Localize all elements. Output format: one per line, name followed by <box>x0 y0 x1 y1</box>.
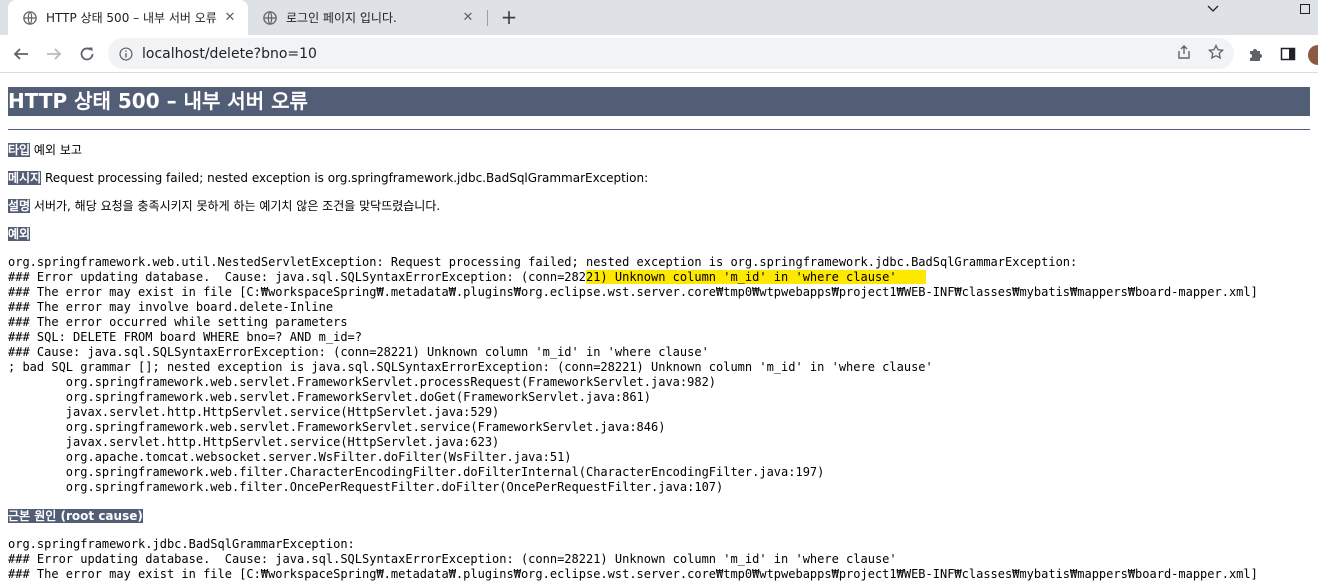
message-value: Request processing failed; nested except… <box>44 171 649 185</box>
url-text: localhost/delete?bno=10 <box>142 45 317 62</box>
forward-arrow-icon[interactable] <box>42 42 66 66</box>
exception-stack-trace: org.springframework.web.util.NestedServl… <box>8 255 1310 495</box>
tab-login-page[interactable]: 로그인 페이지 입니다. ✕ <box>248 0 486 35</box>
tab-error-page[interactable]: HTTP 상태 500 – 내부 서버 오류 ✕ <box>8 0 248 35</box>
root-cause-label: 근본 원인 (root cause) <box>8 509 143 523</box>
reload-icon[interactable] <box>75 42 99 66</box>
globe-icon <box>262 10 278 26</box>
share-icon[interactable] <box>1174 42 1194 62</box>
type-value: 예외 보고 <box>33 143 82 157</box>
close-tab-icon[interactable]: ✕ <box>460 10 476 26</box>
description-label: 설명 <box>8 199 31 213</box>
address-bar[interactable]: localhost/delete?bno=10 <box>108 38 1234 69</box>
side-panel-icon[interactable] <box>1278 44 1298 64</box>
message-label: 메시지 <box>8 171 42 185</box>
tab-separator <box>487 10 488 26</box>
bookmark-star-icon[interactable] <box>1206 42 1226 62</box>
page-content: HTTP 상태 500 – 내부 서버 오류 타입 예외 보고 메시지 Requ… <box>0 73 1318 586</box>
profile-avatar[interactable] <box>1308 45 1318 65</box>
extensions-puzzle-icon[interactable] <box>1246 44 1266 64</box>
divider <box>8 129 1310 130</box>
tab-search-icon[interactable] <box>1198 0 1228 18</box>
description-row: 설명 서버가, 해당 요청을 충족시키지 못하게 하는 예기치 않은 조건을 맞… <box>8 199 1310 213</box>
tab-strip: HTTP 상태 500 – 내부 서버 오류 ✕ 로그인 페이지 입니다. ✕ … <box>0 0 1318 35</box>
tab-title: HTTP 상태 500 – 내부 서버 오류 <box>46 11 217 25</box>
close-tab-icon[interactable]: ✕ <box>222 10 238 26</box>
globe-icon <box>22 10 38 26</box>
browser-toolbar: localhost/delete?bno=10 <box>0 35 1318 73</box>
type-row: 타입 예외 보고 <box>8 143 1310 157</box>
new-tab-button[interactable]: + <box>498 5 520 29</box>
back-arrow-icon[interactable] <box>9 42 33 66</box>
description-value: 서버가, 해당 요청을 충족시키지 못하게 하는 예기치 않은 조건을 맞닥뜨렸… <box>33 199 441 213</box>
message-row: 메시지 Request processing failed; nested ex… <box>8 171 1310 185</box>
root-cause-stack-trace: org.springframework.jdbc.BadSqlGrammarEx… <box>8 537 1258 581</box>
trace-line: org.springframework.web.util.NestedServl… <box>8 255 1078 269</box>
tab-title: 로그인 페이지 입니다. <box>286 11 397 25</box>
exception-row: 예외 <box>8 227 1310 241</box>
highlighted-text: 21) Unknown column 'm_id' in 'where clau… <box>585 270 926 284</box>
trace-line: ### Error updating database. Cause: java… <box>8 270 586 284</box>
trace-lines: ### The error may exist in file [C:₩work… <box>8 285 1258 494</box>
type-label: 타입 <box>8 143 31 157</box>
page-title: HTTP 상태 500 – 내부 서버 오류 <box>8 87 1310 116</box>
info-icon[interactable] <box>118 46 134 62</box>
maximize-icon[interactable] <box>1290 0 1318 18</box>
exception-label: 예외 <box>8 227 31 241</box>
root-cause-row: 근본 원인 (root cause) <box>8 509 1310 523</box>
